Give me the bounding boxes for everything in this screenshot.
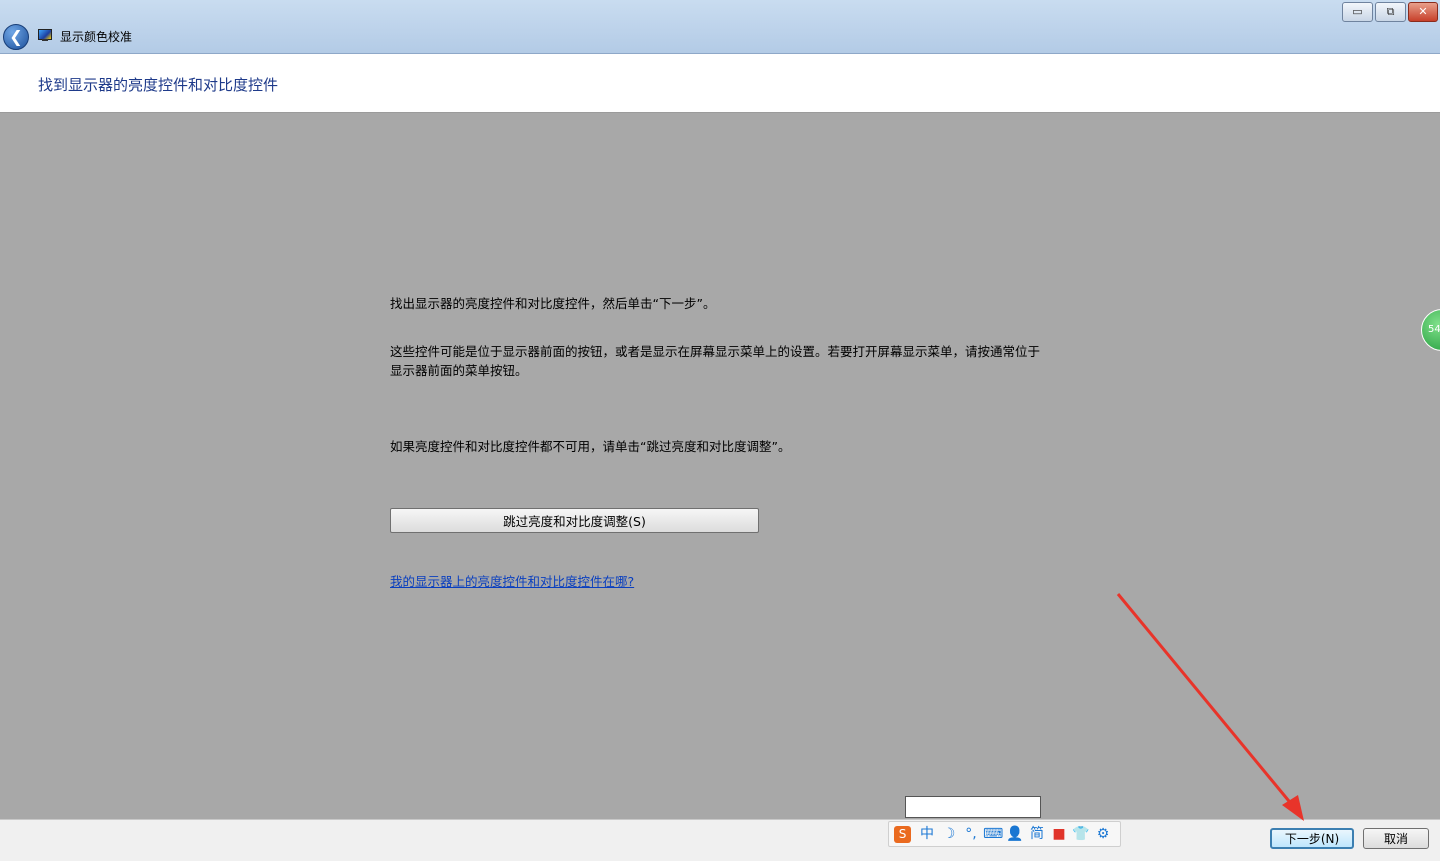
monitor-color-icon xyxy=(38,29,52,41)
settings-gear-icon[interactable]: ⚙ xyxy=(1093,824,1113,844)
instruction-text-3: 如果亮度控件和对比度控件都不可用，请单击“跳过亮度和对比度调整”。 xyxy=(390,439,791,454)
ime-toolbar: S 中 ☽ °, ⌨ 👤 简 ■ 👕 ⚙ xyxy=(888,821,1121,847)
simplified-icon[interactable]: 简 xyxy=(1027,824,1047,844)
footer-bar xyxy=(0,819,1440,861)
ime-composition-box[interactable] xyxy=(905,796,1041,818)
punctuation-icon[interactable]: °, xyxy=(961,824,981,844)
next-button[interactable]: 下一步(N) xyxy=(1270,828,1354,849)
user-icon[interactable]: 👤 xyxy=(1005,824,1025,844)
back-arrow-icon[interactable]: ❮ xyxy=(3,24,29,50)
instruction-text-1: 找出显示器的亮度控件和对比度控件，然后单击“下一步”。 xyxy=(390,296,716,311)
skin-icon[interactable]: 👕 xyxy=(1071,824,1091,844)
cancel-button[interactable]: 取消 xyxy=(1363,828,1429,849)
floating-badge[interactable]: 54 xyxy=(1421,309,1440,351)
title-bar: ❮ 显示颜色校准 ▭ ⧉ ✕ xyxy=(0,0,1440,54)
page-header: 找到显示器的亮度控件和对比度控件 xyxy=(0,54,1440,113)
annotation-arrow xyxy=(1116,593,1304,821)
sogou-logo-icon[interactable]: S xyxy=(894,826,911,843)
keyboard-icon[interactable]: ⌨ xyxy=(983,824,1003,844)
close-button[interactable]: ✕ xyxy=(1408,2,1438,22)
help-link[interactable]: 我的显示器上的亮度控件和对比度控件在哪? xyxy=(390,571,634,590)
skip-adjustment-button[interactable]: 跳过亮度和对比度调整(S) xyxy=(390,508,759,533)
instruction-text-2: 这些控件可能是位于显示器前面的按钮，或者是显示在屏幕显示菜单上的设置。若要打开屏… xyxy=(390,344,1041,378)
window-title: 显示颜色校准 xyxy=(60,30,133,44)
moon-icon[interactable]: ☽ xyxy=(939,824,959,844)
chinese-mode-icon[interactable]: 中 xyxy=(917,824,937,844)
video-icon[interactable]: ■ xyxy=(1049,824,1069,844)
restore-button[interactable]: ⧉ xyxy=(1375,2,1406,22)
arrow-shaft xyxy=(1116,593,1295,807)
page-title: 找到显示器的亮度控件和对比度控件 xyxy=(38,76,279,94)
arrow-head xyxy=(1282,795,1304,821)
minimize-button[interactable]: ▭ xyxy=(1342,2,1373,22)
